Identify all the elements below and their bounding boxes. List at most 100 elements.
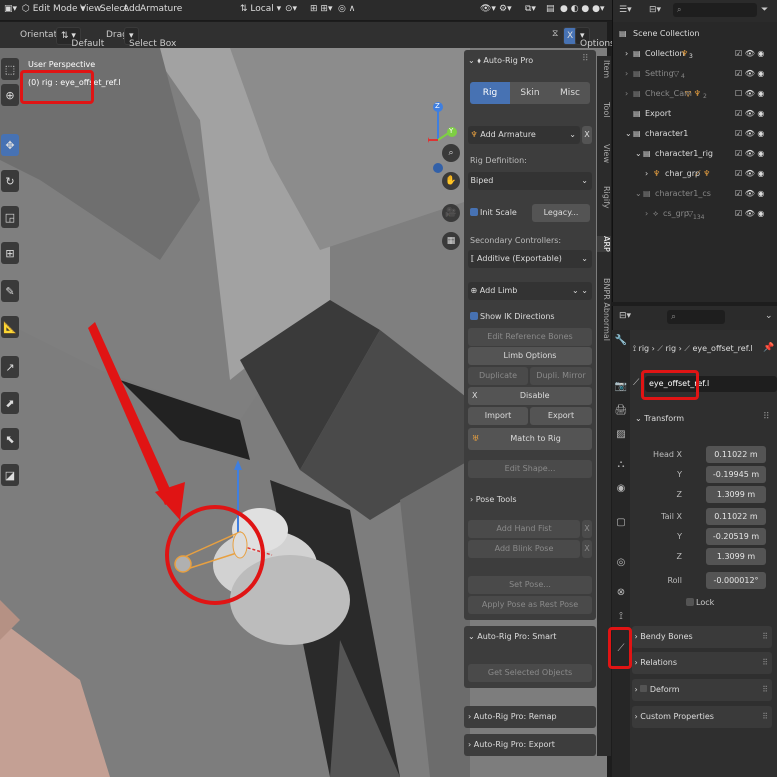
tab-item[interactable]: Item [597, 60, 611, 78]
drag-dropdown[interactable]: Select Box ▾ [124, 27, 176, 49]
relations-section[interactable]: › Relations ⠿ [632, 652, 772, 674]
tab-arp[interactable]: ARP [597, 236, 611, 252]
deform-section[interactable]: › Deform ⠿ [632, 679, 772, 701]
outliner-editor-icon[interactable]: ☰▾ [619, 5, 632, 15]
roll-field[interactable]: -0.000012° [706, 572, 766, 589]
menu-armature[interactable]: Armature [140, 4, 182, 14]
editor-type-icon[interactable]: ▣▾ [4, 4, 17, 14]
init-scale-checkbox[interactable] [470, 208, 478, 216]
annotate-tool-icon[interactable]: ✎ [1, 280, 19, 302]
overlay-icon[interactable]: ⧉▾ [525, 4, 536, 14]
modifier-tab-icon[interactable]: ◎ [614, 556, 628, 570]
scene-tab-icon[interactable]: ⛬ [614, 458, 628, 472]
head-x-field[interactable]: 0.11022 m [706, 446, 766, 463]
match-to-rig-button[interactable]: ♅ Match to Rig [468, 428, 592, 450]
armature-data-tab-icon[interactable]: ⟟ [614, 610, 628, 624]
edit-reference-bones-button[interactable]: Edit Reference Bones [468, 328, 592, 346]
apply-pose-button[interactable]: Apply Pose as Rest Pose [468, 596, 592, 614]
add-hand-fist-button[interactable]: Add Hand Fist [468, 520, 580, 538]
secondary-controllers-dropdown[interactable]: ⟦ Additive (Exportable) ⌄ [468, 250, 592, 268]
select-box-tool-icon[interactable]: ⬚ [1, 58, 19, 80]
object-tab-icon[interactable]: ▢ [614, 516, 628, 530]
transform-tool-icon[interactable]: ⊞ [1, 242, 19, 264]
get-selected-objects-button[interactable]: Get Selected Objects [468, 664, 592, 682]
tail-z-field[interactable]: 1.3099 m [706, 548, 766, 565]
remove-hand-fist-button[interactable]: X [582, 520, 592, 538]
gizmo-toggle-icon[interactable]: ⚙▾ [499, 4, 512, 14]
outliner-restrict-columns[interactable]: ☑ 👁 ◉ ☑ 👁 ◉ ☐ 👁 ◉ ☑ 👁 ◉ ☑ 👁 ◉ ☑ 👁 ◉ ☑ 👁 ◉ ☑ 👁 ◉… [735, 44, 775, 224]
remove-blink-pose-button[interactable]: X [582, 540, 592, 558]
view-layer-tab-icon[interactable]: ▨ [614, 428, 628, 442]
orientation-dropdown[interactable]: ⇅ Default ▾ [56, 27, 104, 49]
tail-x-field[interactable]: 0.11022 m [706, 508, 766, 525]
mode-dropdown[interactable]: ⬡ Edit Mode ▾ [22, 4, 85, 14]
outliner-row-scene-collection[interactable]: ▤ Scene Collection [613, 24, 777, 44]
constraint-tab-icon[interactable]: ⊗ [614, 586, 628, 600]
menu-view[interactable]: View [80, 4, 101, 14]
properties-editor-icon[interactable]: ⊟▾ [619, 311, 631, 321]
tab-rigify[interactable]: Rigify [597, 186, 611, 209]
pan-hand-icon[interactable]: ✋ [442, 172, 460, 190]
tab-bnpr[interactable]: BNPR Abnormal [597, 278, 611, 341]
proportional-icon[interactable]: ◎ ∧ [338, 4, 355, 14]
show-ik-checkbox[interactable] [470, 312, 478, 320]
smart-header[interactable]: ⌄ Auto-Rig Pro: Smart [468, 632, 556, 641]
options-dropdown[interactable]: Options ▾ [575, 27, 615, 49]
pin-icon[interactable]: 📌 [763, 343, 774, 353]
disable-button[interactable]: X Disable [468, 387, 592, 405]
drag-handle-icon[interactable]: ⠿ [763, 412, 770, 422]
measure-tool-icon[interactable]: 📐 [1, 316, 19, 338]
world-tab-icon[interactable]: ◉ [614, 482, 628, 496]
drag-handle-icon[interactable]: ⠿ [582, 54, 589, 64]
visibility-icon[interactable]: 👁▾ [480, 4, 496, 14]
duplicate-button[interactable]: Duplicate [468, 367, 528, 385]
rig-definition-dropdown[interactable]: Biped ⌄ [468, 172, 592, 190]
outliner-search-input[interactable]: ⌕ [673, 3, 757, 17]
import-button[interactable]: Import [468, 407, 528, 425]
head-z-field[interactable]: 1.3099 m [706, 486, 766, 503]
rotate-tool-icon[interactable]: ↻ [1, 170, 19, 192]
deform-checkbox[interactable] [640, 685, 648, 692]
bone-size-tool-icon[interactable]: ⬈ [1, 392, 19, 414]
zoom-icon[interactable]: ⌕ [442, 144, 460, 162]
roll-tool-icon[interactable]: ◪ [1, 464, 19, 486]
limb-options-button[interactable]: Limb Options [468, 347, 592, 365]
extrude-tool-icon[interactable]: ↗ [1, 356, 19, 378]
mirror-icon[interactable]: ⧖ [552, 29, 558, 39]
tab-tool[interactable]: Tool [597, 102, 611, 118]
export-button[interactable]: Export [530, 407, 592, 425]
head-y-field[interactable]: -0.19945 m [706, 466, 766, 483]
snap-icon[interactable]: ⊞ ⊞▾ [310, 4, 332, 14]
legacy-button[interactable]: Legacy... [532, 204, 590, 222]
add-blink-pose-button[interactable]: Add Blink Pose [468, 540, 580, 558]
tab-misc[interactable]: Misc [550, 82, 590, 104]
arp-export-header[interactable]: › Auto-Rig Pro: Export [464, 734, 596, 756]
cursor-tool-icon[interactable]: ⊕ [1, 84, 19, 106]
transform-header[interactable]: ⌄ Transform [635, 414, 684, 423]
properties-search-input[interactable]: ⌕ [667, 310, 725, 324]
custom-properties-section[interactable]: › Custom Properties ⠿ [632, 706, 772, 728]
bendy-bones-section[interactable]: › Bendy Bones ⠿ [632, 626, 772, 648]
move-tool-icon[interactable]: ✥ [1, 134, 19, 156]
pivot-icon[interactable]: ⊙▾ [285, 4, 297, 14]
arp-remap-header[interactable]: › Auto-Rig Pro: Remap [464, 706, 596, 728]
filter-icon[interactable]: ⏷ [761, 5, 768, 15]
render-tab-icon[interactable]: 📷 [614, 380, 628, 394]
scale-tool-icon[interactable]: ◲ [1, 206, 19, 228]
dupli-mirror-button[interactable]: Dupli. Mirror [530, 367, 592, 385]
menu-add[interactable]: Add [123, 4, 140, 14]
pose-tools-header[interactable]: › Pose Tools [470, 495, 517, 504]
tab-skin[interactable]: Skin [510, 82, 550, 104]
add-limb-dropdown[interactable]: ⊕ Add Limb ⌄ ⌄ [468, 282, 592, 300]
xray-icon[interactable]: ▤ [546, 4, 555, 14]
camera-icon[interactable]: 🎥 [442, 204, 460, 222]
grid-view-icon[interactable]: ▦ [442, 232, 460, 250]
lock-checkbox[interactable] [686, 598, 694, 606]
tail-y-field[interactable]: -0.20519 m [706, 528, 766, 545]
set-pose-button[interactable]: Set Pose... [468, 576, 592, 594]
tab-view[interactable]: View [597, 144, 611, 163]
tool-tab-icon[interactable]: 🔧 [614, 334, 628, 348]
transform-orientation-dropdown[interactable]: ⇅ Local ▾ [240, 4, 281, 14]
display-mode-icon[interactable]: ⊟▾ [649, 5, 661, 15]
output-tab-icon[interactable]: 🖨 [614, 404, 628, 418]
